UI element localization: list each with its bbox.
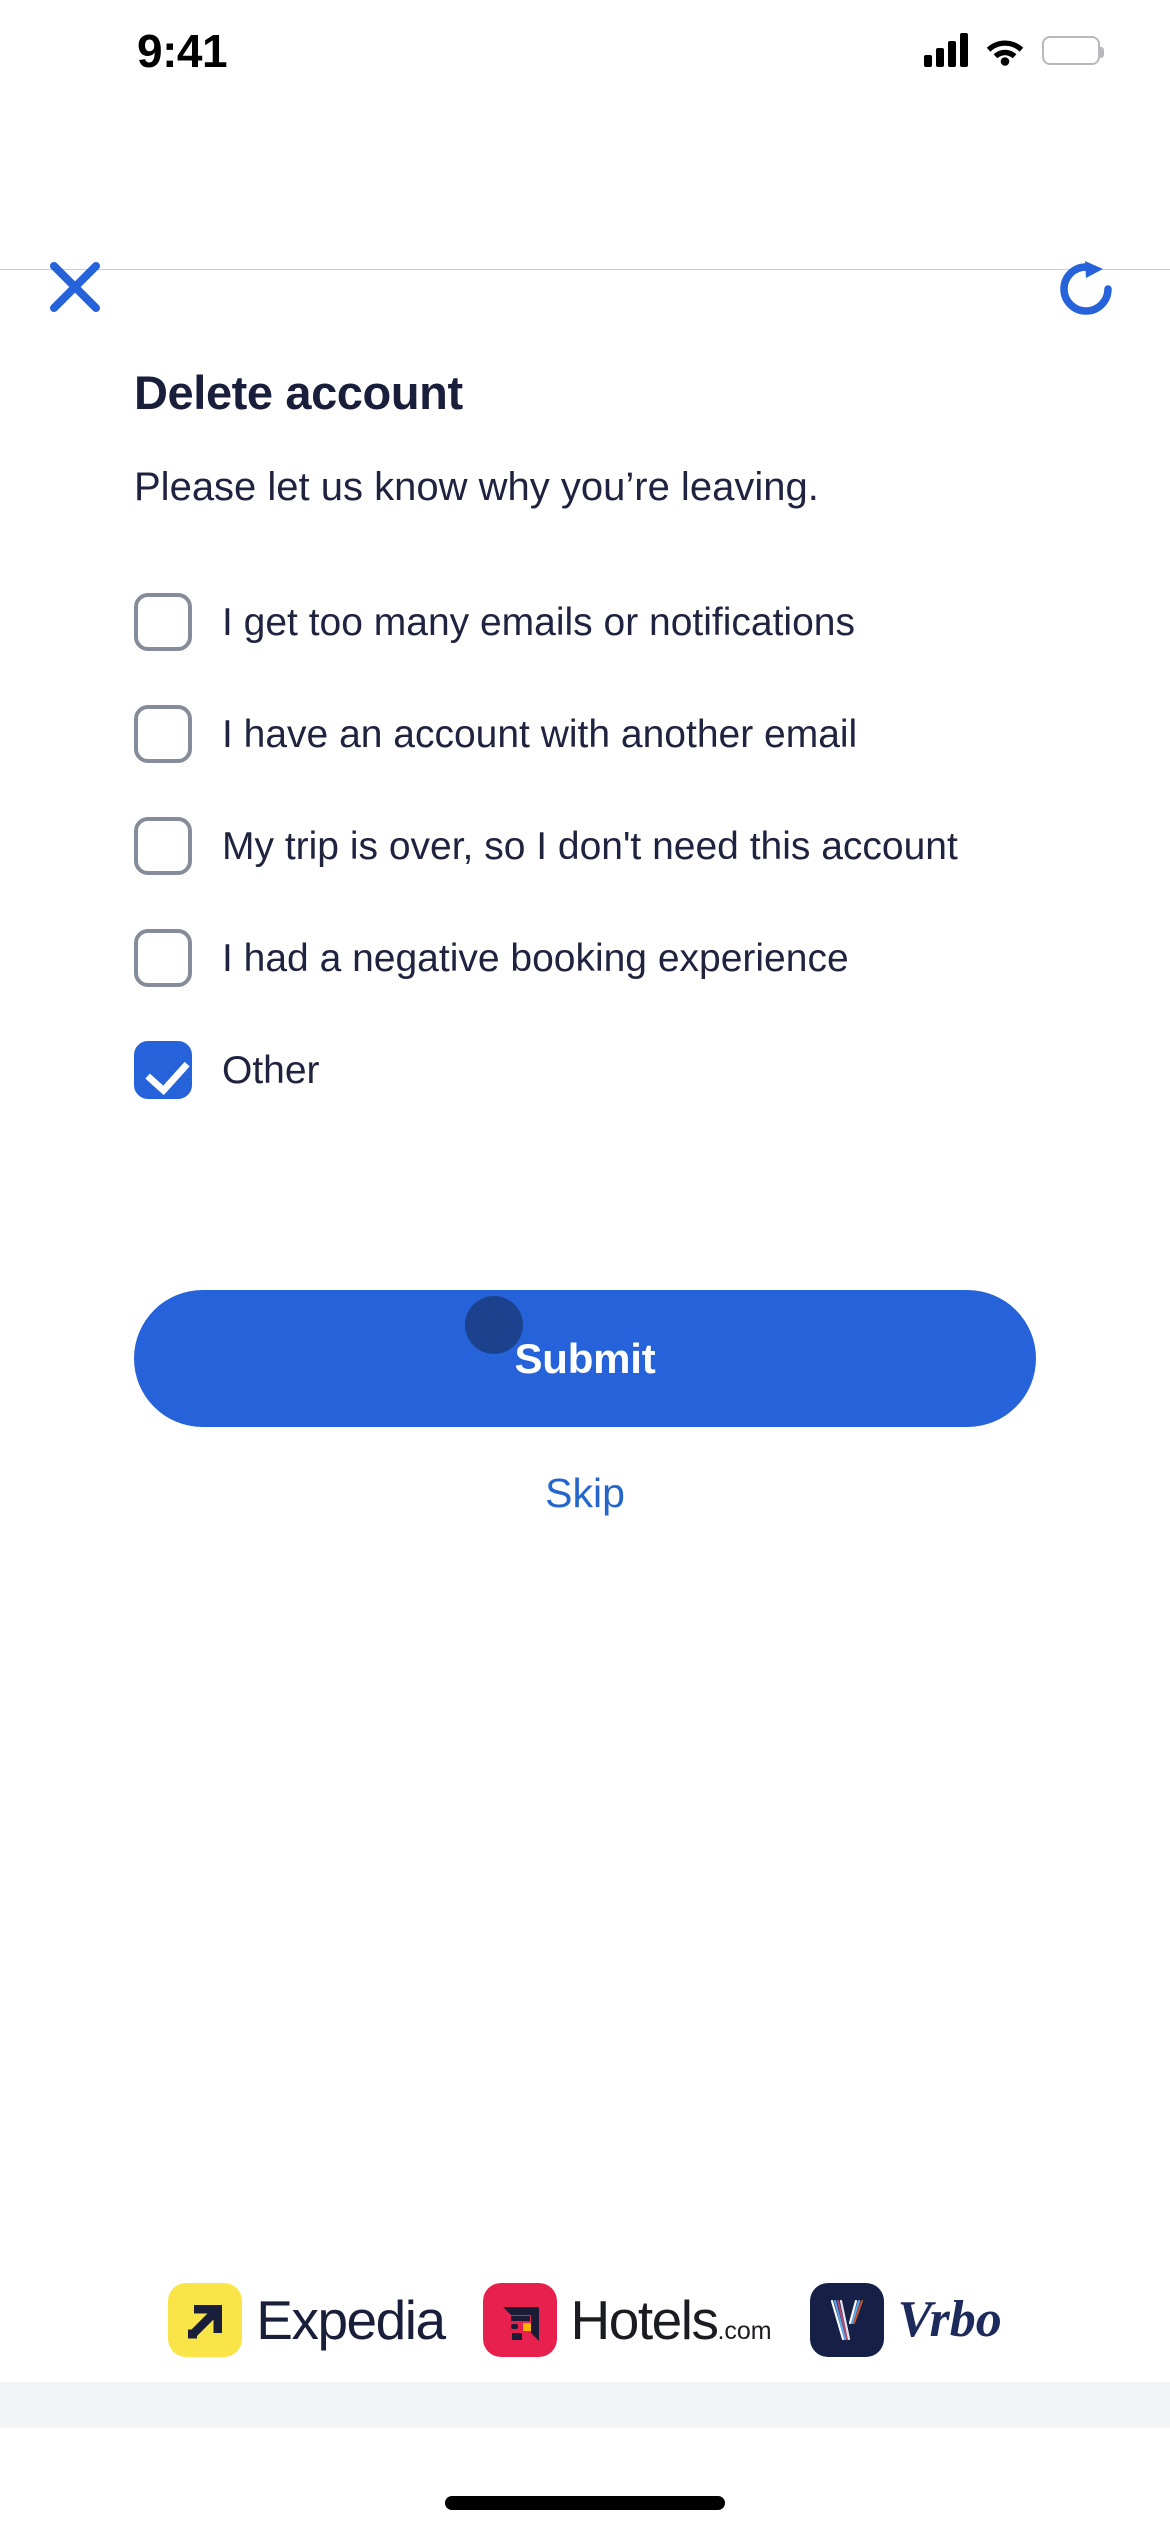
- reason-option-label: My trip is over, so I don't need this ac…: [222, 824, 958, 868]
- reason-option-trip-over[interactable]: My trip is over, so I don't need this ac…: [134, 814, 1094, 878]
- brand-hotels: Hotels.com: [482, 2283, 772, 2357]
- checkbox-trip-over[interactable]: [134, 817, 192, 875]
- brand-expedia: Expedia: [168, 2283, 446, 2357]
- brand-label-hotels: Hotels.com: [571, 2292, 772, 2348]
- brand-label-hotels-main: Hotels: [570, 2288, 719, 2351]
- reason-option-negative-experience[interactable]: I had a negative booking experience: [134, 926, 1094, 990]
- close-button[interactable]: [38, 250, 112, 324]
- skip-link[interactable]: Skip: [0, 1470, 1170, 1517]
- brand-vrbo: Vrbo: [809, 2283, 1002, 2357]
- refresh-icon: [1060, 261, 1112, 315]
- checkbox-emails[interactable]: [134, 593, 192, 651]
- page-title: Delete account: [134, 366, 463, 419]
- reason-option-another-email[interactable]: I have an account with another email: [134, 702, 1094, 766]
- reason-checkbox-list: I get too many emails or notifications I…: [134, 590, 1094, 1150]
- expedia-logo-icon: [168, 2283, 243, 2357]
- wifi-icon: [986, 40, 1024, 66]
- reason-option-emails[interactable]: I get too many emails or notifications: [134, 590, 1094, 654]
- reason-option-label: I get too many emails or notifications: [222, 600, 855, 644]
- hotels-logo-icon: [482, 2283, 557, 2357]
- checkbox-other[interactable]: [134, 1041, 192, 1099]
- checkbox-another-email[interactable]: [134, 705, 192, 763]
- reason-option-label: I had a negative booking experience: [222, 936, 849, 980]
- app-screen: 9:41 Delete account Please let us know w…: [0, 0, 1170, 2532]
- reason-option-label: I have an account with another email: [222, 712, 858, 756]
- reason-option-other[interactable]: Other: [134, 1038, 1094, 1102]
- bottom-strip: [0, 2382, 1170, 2428]
- brand-label-hotels-suffix: .com: [717, 2316, 772, 2345]
- nav-bar: [0, 100, 1170, 315]
- status-bar-time: 9:41: [137, 25, 228, 77]
- reason-option-label: Other: [222, 1048, 320, 1092]
- page-subtitle: Please let us know why you’re leaving.: [134, 465, 819, 509]
- submit-button[interactable]: Submit: [134, 1290, 1036, 1427]
- refresh-button[interactable]: [1047, 250, 1125, 328]
- checkbox-negative-experience[interactable]: [134, 929, 192, 987]
- status-bar: 9:41: [0, 0, 1170, 100]
- status-bar-icons: [924, 28, 1104, 72]
- brand-label-expedia: Expedia: [256, 2288, 446, 2351]
- home-indicator[interactable]: [445, 2496, 725, 2510]
- close-icon: [50, 262, 100, 312]
- vrbo-logo-icon: [809, 2283, 884, 2357]
- brand-footer: Expedia Hotels.com Vrbo: [0, 2270, 1170, 2370]
- brand-label-vrbo: Vrbo: [897, 2291, 1002, 2348]
- battery-icon: [1042, 35, 1104, 65]
- cellular-signal-icon: [924, 33, 968, 67]
